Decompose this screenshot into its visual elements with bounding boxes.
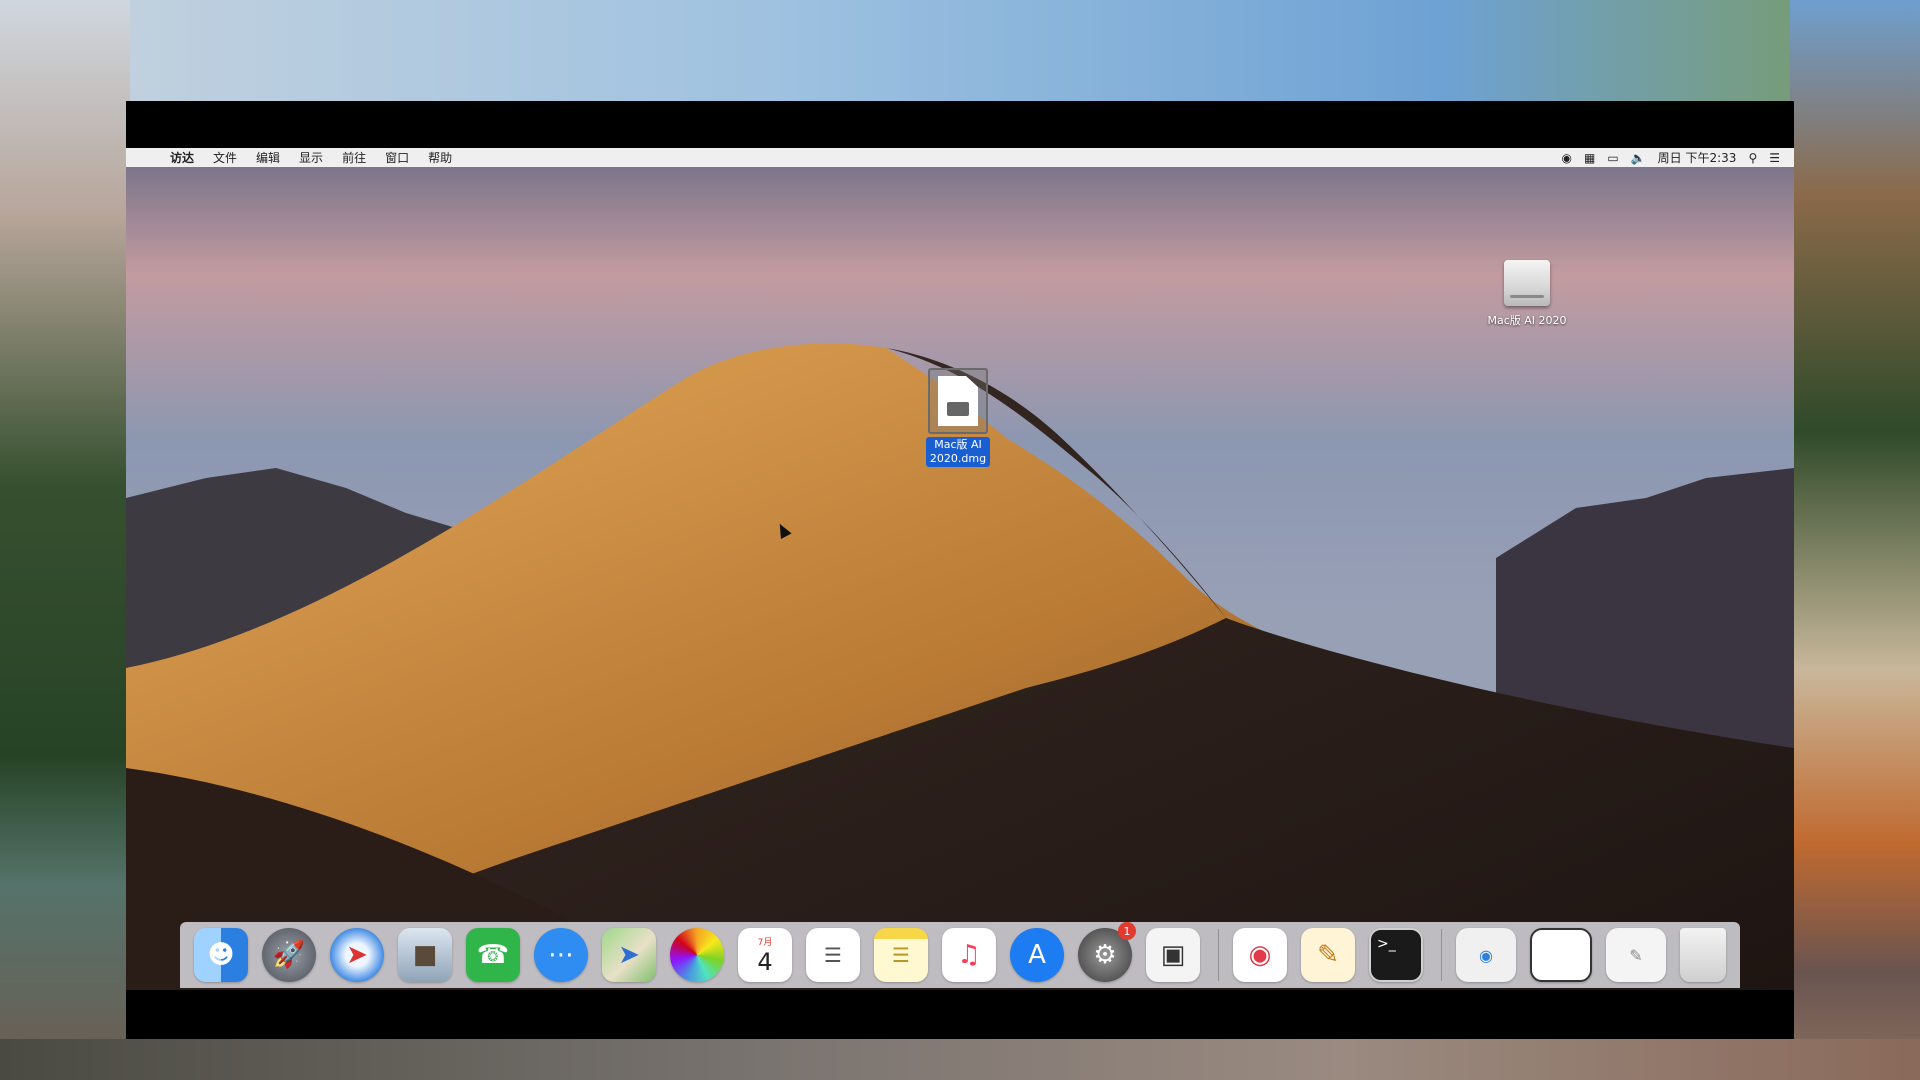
desktop-drive-icon[interactable]: Mac版 AI 2020 (1472, 260, 1582, 328)
menu-edit[interactable]: 编辑 (256, 149, 280, 166)
maps-icon[interactable]: ➤ (602, 928, 656, 982)
safari-icon[interactable]: ➤ (330, 928, 384, 982)
input-method-icon[interactable]: ▦ (1584, 151, 1595, 165)
menu-go[interactable]: 前往 (342, 149, 366, 166)
volume-icon[interactable]: 🔈 (1631, 151, 1646, 165)
window-thumbnail-icon[interactable] (1530, 928, 1592, 982)
app-store-icon[interactable]: A (1010, 928, 1064, 982)
dock: ☻ 🚀 ➤ ■ ☎ ⋯ ➤ 7月 4 ☰ ☰ ♫ A ⚙ 1 ▣ ◉ ✎ >_ (180, 922, 1740, 988)
system-preferences-icon[interactable]: ⚙ 1 (1078, 922, 1136, 982)
terminal-icon[interactable]: >_ (1369, 928, 1423, 982)
reminders-icon[interactable]: ☰ (806, 928, 860, 982)
backdrop-sky (0, 0, 1920, 101)
mac-screen: 访达 文件 编辑 显示 前往 窗口 帮助 ◉ ▦ ▭ 🔈 周日 下午2:33 ⚲… (126, 101, 1794, 1039)
terminal-prompt: >_ (1377, 936, 1396, 952)
display-mirroring-icon[interactable]: ▭ (1607, 151, 1618, 165)
creative-cloud-icon[interactable]: ◉ (1233, 928, 1287, 982)
desktop-dmg-file[interactable]: Mac版 AI 2020.dmg (910, 368, 1006, 467)
dmg-file-icon (928, 368, 988, 434)
notes-icon[interactable]: ☰ (874, 928, 928, 982)
clock[interactable]: 周日 下午2:33 (1658, 149, 1737, 166)
backdrop-right-forest (1790, 0, 1920, 1080)
document-thumbnail-icon[interactable]: ✎ (1606, 928, 1666, 982)
drive-label: Mac版 AI 2020 (1487, 314, 1567, 327)
preview-icon[interactable]: ■ (398, 928, 452, 982)
menu-window[interactable]: 窗口 (385, 149, 409, 166)
music-icon[interactable]: ♫ (942, 928, 996, 982)
dmg-file-label: Mac版 AI 2020.dmg (925, 437, 991, 467)
downloads-stack-icon[interactable]: ◉ (1456, 928, 1516, 982)
desktop[interactable]: 访达 文件 编辑 显示 前往 窗口 帮助 ◉ ▦ ▭ 🔈 周日 下午2:33 ⚲… (126, 148, 1794, 990)
calendar-day: 4 (757, 947, 773, 976)
status-area: ◉ ▦ ▭ 🔈 周日 下午2:33 ⚲ ☰ (1550, 148, 1780, 167)
menu-file[interactable]: 文件 (213, 149, 237, 166)
launchpad-icon[interactable]: 🚀 (262, 928, 316, 982)
menu-view[interactable]: 显示 (299, 149, 323, 166)
external-drive-icon (1504, 260, 1550, 306)
screenshot-icon[interactable]: ▣ (1146, 928, 1200, 982)
text-editor-icon[interactable]: ✎ (1301, 928, 1355, 982)
dock-separator (1441, 929, 1442, 981)
messages-icon[interactable]: ⋯ (534, 928, 588, 982)
facetime-icon[interactable]: ☎ (466, 928, 520, 982)
menu-bar: 访达 文件 编辑 显示 前往 窗口 帮助 ◉ ▦ ▭ 🔈 周日 下午2:33 ⚲… (126, 148, 1794, 167)
dock-separator (1218, 929, 1219, 981)
notification-badge: 1 (1118, 922, 1136, 940)
notification-center-icon[interactable]: ☰ (1769, 151, 1780, 165)
menu-app-finder[interactable]: 访达 (170, 149, 194, 166)
creative-cloud-status-icon[interactable]: ◉ (1562, 151, 1572, 165)
calendar-month: 7月 (757, 937, 773, 948)
menu-help[interactable]: 帮助 (428, 149, 452, 166)
backdrop-left-forest (0, 0, 130, 1080)
photos-icon[interactable] (670, 928, 724, 982)
calendar-icon[interactable]: 7月 4 (738, 928, 792, 982)
spotlight-search-icon[interactable]: ⚲ (1748, 151, 1757, 165)
backdrop-lake (0, 1039, 1920, 1080)
trash-icon[interactable] (1680, 928, 1726, 982)
finder-icon[interactable]: ☻ (194, 928, 248, 982)
